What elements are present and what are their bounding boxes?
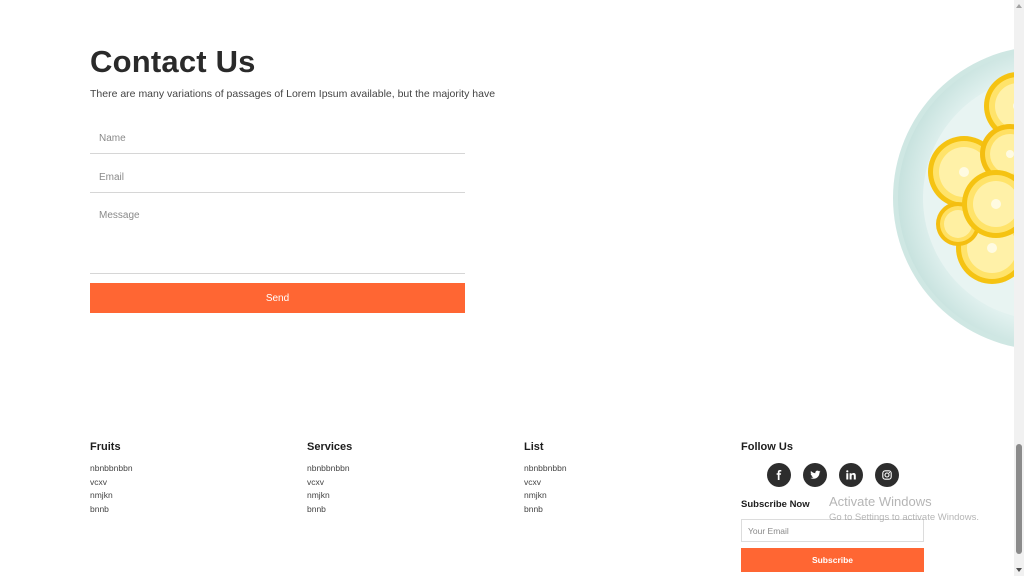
- footer-column-follow: Follow Us Subscribe Now Subscribe: [741, 441, 931, 572]
- footer-list-list: nbnbbnbbn vcxv nmjkn bnnb: [524, 462, 567, 516]
- scroll-up-icon[interactable]: [1016, 4, 1022, 8]
- footer-link[interactable]: bnnb: [90, 503, 133, 517]
- subscribe-heading: Subscribe Now: [741, 499, 810, 510]
- footer-link[interactable]: nmjkn: [90, 489, 133, 503]
- send-button[interactable]: Send: [90, 283, 465, 313]
- footer-list-services: nbnbbnbbn vcxv nmjkn bnnb: [307, 462, 352, 516]
- contact-title: Contact Us: [90, 44, 256, 79]
- name-input[interactable]: [90, 124, 465, 154]
- lemon-plate-image: [880, 36, 1014, 356]
- instagram-icon[interactable]: [875, 463, 899, 487]
- footer-column-list: List nbnbbnbbn vcxv nmjkn bnnb: [524, 441, 567, 516]
- footer-link[interactable]: bnnb: [524, 503, 567, 517]
- footer-column-fruits: Fruits nbnbbnbbn vcxv nmjkn bnnb: [90, 441, 133, 516]
- email-input[interactable]: [90, 163, 465, 193]
- footer-link[interactable]: bnnb: [307, 503, 352, 517]
- lemon-plate-graphic: [893, 49, 1014, 347]
- footer-link[interactable]: nmjkn: [524, 489, 567, 503]
- footer-link[interactable]: nbnbbnbbn: [90, 462, 133, 476]
- vertical-scrollbar[interactable]: [1014, 0, 1024, 576]
- social-links: [767, 463, 899, 487]
- footer-link[interactable]: vcxv: [307, 476, 352, 490]
- footer-list-fruits: nbnbbnbbn vcxv nmjkn bnnb: [90, 462, 133, 516]
- scroll-down-icon[interactable]: [1016, 568, 1022, 572]
- linkedin-icon[interactable]: [839, 463, 863, 487]
- facebook-icon[interactable]: [767, 463, 791, 487]
- subscribe-email-input[interactable]: [741, 519, 924, 542]
- footer-link[interactable]: nbnbbnbbn: [524, 462, 567, 476]
- footer-link[interactable]: vcxv: [90, 476, 133, 490]
- message-textarea[interactable]: [90, 203, 465, 274]
- contact-description: There are many variations of passages of…: [90, 88, 496, 100]
- footer-heading-list: List: [524, 441, 544, 453]
- footer-heading-services: Services: [307, 441, 353, 453]
- footer-link[interactable]: nmjkn: [307, 489, 352, 503]
- footer-column-services: Services nbnbbnbbn vcxv nmjkn bnnb: [307, 441, 352, 516]
- footer-heading-follow: Follow Us: [741, 441, 793, 453]
- page: Contact Us There are many variations of …: [0, 0, 1014, 576]
- footer-heading-fruits: Fruits: [90, 441, 121, 453]
- footer-link[interactable]: nbnbbnbbn: [307, 462, 352, 476]
- twitter-icon[interactable]: [803, 463, 827, 487]
- footer-link[interactable]: vcxv: [524, 476, 567, 490]
- watermark-title: Activate Windows: [829, 494, 932, 509]
- scroll-thumb[interactable]: [1016, 444, 1022, 554]
- subscribe-button[interactable]: Subscribe: [741, 548, 924, 572]
